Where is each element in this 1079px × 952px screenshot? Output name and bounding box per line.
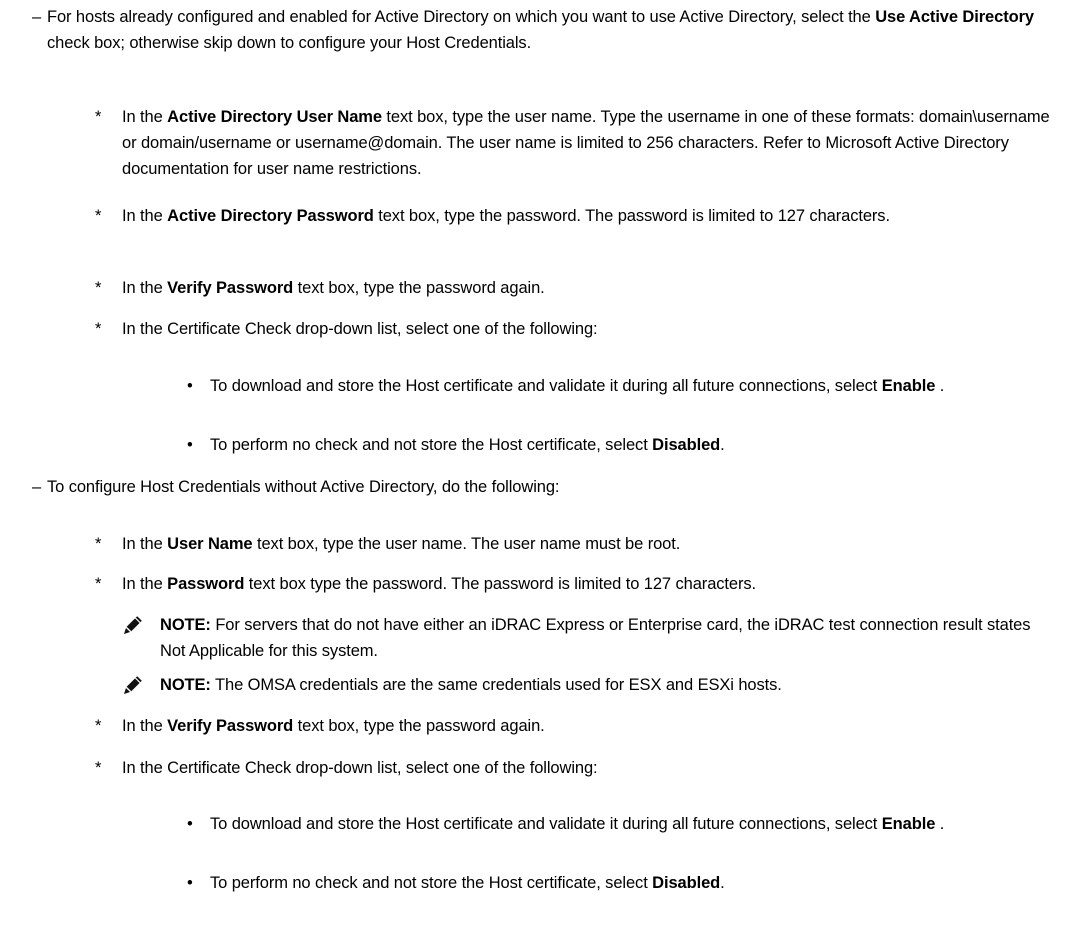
bullet-marker: • bbox=[187, 377, 193, 395]
text-run: text box, type the password again. bbox=[293, 717, 545, 735]
asterisk-marker: * bbox=[95, 279, 102, 297]
list-item-text: In the Certificate Check drop-down list,… bbox=[122, 316, 1057, 342]
ui-term: Active Directory User Name bbox=[167, 108, 382, 126]
bullet-marker: • bbox=[187, 874, 193, 892]
list-item-text: To perform no check and not store the Ho… bbox=[210, 432, 1057, 458]
ui-term: Enable bbox=[881, 815, 936, 833]
ui-term: Verify Password bbox=[167, 717, 294, 735]
ui-term: Active Directory Password bbox=[167, 207, 374, 225]
bullet-marker: • bbox=[187, 815, 193, 833]
ui-term: Disabled bbox=[652, 436, 721, 454]
ui-term: Verify Password bbox=[167, 279, 294, 297]
dash-marker: – bbox=[32, 8, 42, 26]
text-run: . bbox=[935, 815, 945, 833]
asterisk-marker: * bbox=[95, 108, 102, 126]
asterisk-marker: * bbox=[95, 535, 102, 553]
list-item-text: In the Certificate Check drop-down list,… bbox=[122, 755, 1057, 781]
dash-marker: – bbox=[32, 478, 42, 496]
text-run: In the bbox=[122, 535, 168, 553]
text-run: In the bbox=[122, 279, 168, 297]
list-item-text: In the Password text box type the passwo… bbox=[122, 571, 1057, 597]
text-run: text box, type the user name. The user n… bbox=[252, 535, 681, 553]
text-run: In the bbox=[122, 575, 168, 593]
ui-term: NOTE: bbox=[160, 616, 211, 634]
text-run: . bbox=[720, 436, 725, 454]
note-pencil-icon bbox=[122, 614, 144, 636]
note-pencil-icon bbox=[122, 674, 144, 696]
ui-term: User Name bbox=[167, 535, 253, 553]
text-run: . bbox=[935, 377, 945, 395]
note-text: NOTE: The OMSA credentials are the same … bbox=[160, 672, 1057, 698]
text-run: In the bbox=[122, 108, 168, 126]
list-item-text: To configure Host Credentials without Ac… bbox=[47, 474, 1057, 500]
list-item-text: In the Verify Password text box, type th… bbox=[122, 275, 1057, 301]
text-run: To download and store the Host certifica… bbox=[210, 815, 882, 833]
ui-term: Enable bbox=[881, 377, 936, 395]
ui-term: Password bbox=[167, 575, 245, 593]
asterisk-marker: * bbox=[95, 207, 102, 225]
text-run: In the Certificate Check drop-down list,… bbox=[122, 759, 598, 777]
text-run: text box, type the password again. bbox=[293, 279, 545, 297]
list-item-text: In the User Name text box, type the user… bbox=[122, 531, 1057, 557]
list-item-text: For hosts already configured and enabled… bbox=[47, 4, 1057, 56]
note-text: NOTE: For servers that do not have eithe… bbox=[160, 612, 1057, 664]
text-run: In the bbox=[122, 717, 168, 735]
text-run: To perform no check and not store the Ho… bbox=[210, 436, 653, 454]
list-item-text: To download and store the Host certifica… bbox=[210, 811, 1057, 837]
text-run: check box; otherwise skip down to config… bbox=[47, 34, 532, 52]
list-item-text: In the Active Directory User Name text b… bbox=[122, 104, 1057, 182]
text-run: . bbox=[720, 874, 725, 892]
text-run: For hosts already configured and enabled… bbox=[47, 8, 876, 26]
text-run: text box, type the password. The passwor… bbox=[373, 207, 890, 225]
asterisk-marker: * bbox=[95, 759, 102, 777]
list-item-text: In the Active Directory Password text bo… bbox=[122, 203, 1057, 229]
bullet-marker: • bbox=[187, 436, 193, 454]
list-item-text: To download and store the Host certifica… bbox=[210, 373, 1057, 399]
ui-term: NOTE: bbox=[160, 676, 211, 694]
asterisk-marker: * bbox=[95, 320, 102, 338]
asterisk-marker: * bbox=[95, 575, 102, 593]
list-item-text: To perform no check and not store the Ho… bbox=[210, 870, 1057, 896]
text-run: In the Certificate Check drop-down list,… bbox=[122, 320, 598, 338]
text-run: To configure Host Credentials without Ac… bbox=[47, 478, 560, 496]
text-run: For servers that do not have either an i… bbox=[160, 616, 1031, 660]
list-item-text: In the Verify Password text box, type th… bbox=[122, 713, 1057, 739]
ui-term: Disabled bbox=[652, 874, 721, 892]
ui-term: Use Active Directory bbox=[875, 8, 1034, 26]
text-run: text box type the password. The password… bbox=[244, 575, 757, 593]
text-run: The OMSA credentials are the same creden… bbox=[210, 676, 782, 694]
asterisk-marker: * bbox=[95, 717, 102, 735]
text-run: To perform no check and not store the Ho… bbox=[210, 874, 653, 892]
text-run: In the bbox=[122, 207, 168, 225]
text-run: To download and store the Host certifica… bbox=[210, 377, 882, 395]
